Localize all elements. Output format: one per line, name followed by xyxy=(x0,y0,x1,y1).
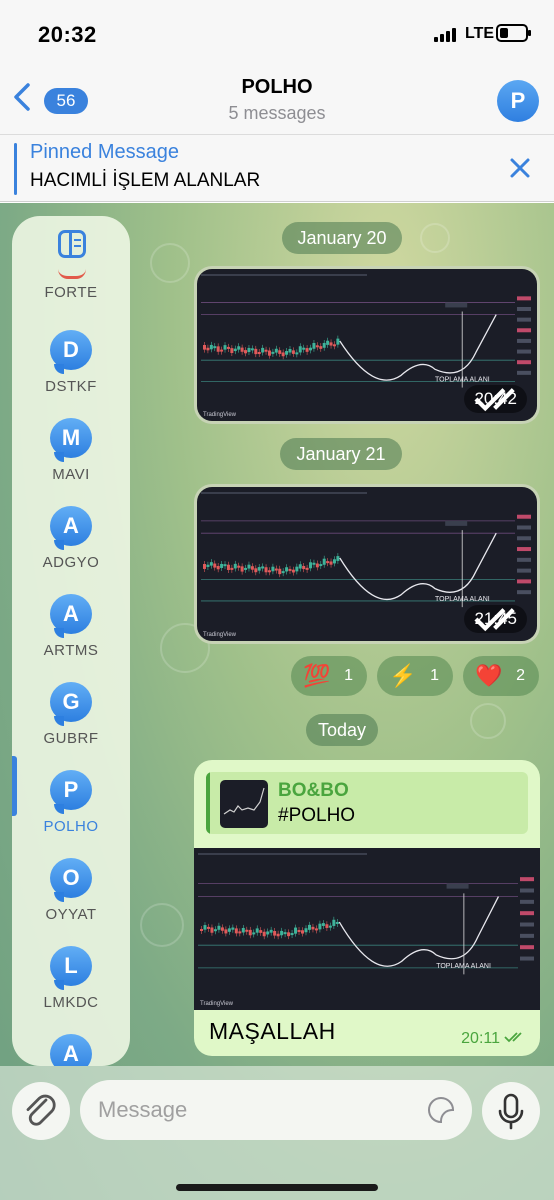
network-label: LTE xyxy=(465,25,495,42)
microphone-button[interactable] xyxy=(482,1082,540,1140)
reaction-count: 1 xyxy=(430,667,439,684)
date-separator: Today xyxy=(306,714,378,746)
message-composer xyxy=(0,1066,554,1200)
attach-button[interactable] xyxy=(12,1082,70,1140)
battery-level xyxy=(500,28,508,38)
reaction-count: 1 xyxy=(344,667,353,684)
sidebar-item-label: ADGYO xyxy=(42,554,100,571)
chart-zone-label: TOPLAMA ALANI xyxy=(435,596,490,603)
sidebar-item-adgyo[interactable]: A ADGYO xyxy=(12,506,130,592)
sidebar-item-polho[interactable]: P POLHO xyxy=(12,770,130,856)
chart-screenshot[interactable]: TOPLAMA ALANI TradingView xyxy=(194,848,540,1010)
close-icon[interactable] xyxy=(506,154,534,182)
double-check-icon xyxy=(474,608,516,632)
forte-icon xyxy=(58,269,86,279)
sidebar-item-label: OYYAT xyxy=(45,906,97,923)
chart-brand-label: TradingView xyxy=(203,412,237,418)
chart-brand-label: TradingView xyxy=(200,1001,234,1007)
sticker-icon[interactable] xyxy=(428,1097,454,1123)
date-separator: January 20 xyxy=(282,222,402,254)
chart-brand-label: TradingView xyxy=(203,632,237,638)
reaction-heart[interactable]: ❤️ 2 xyxy=(463,656,539,696)
chat-header: 56 POLHO 5 messages P xyxy=(0,62,554,134)
signal-icon xyxy=(434,28,458,42)
chat-avatar[interactable]: P xyxy=(497,80,539,122)
chart-screenshot: TOPLAMA ALANI TradingView 20:42 xyxy=(197,269,537,421)
hundred-icon: 💯 xyxy=(303,663,331,688)
chat-bubble-icon: A xyxy=(50,594,92,638)
sidebar-item-label: POLHO xyxy=(43,818,99,835)
microphone-icon xyxy=(498,1093,524,1130)
sidebar-item-label: GUBRF xyxy=(43,730,99,747)
double-check-icon xyxy=(504,1032,522,1043)
chat-bubble-icon: P xyxy=(50,770,92,814)
chat-bubble-icon: A xyxy=(50,1034,92,1066)
reply-sender: BO&BO xyxy=(278,780,349,801)
pinned-message-bar[interactable]: Pinned Message HACIMLİ İŞLEM ALANLAR xyxy=(0,134,554,202)
chat-subtitle: 5 messages xyxy=(228,103,326,123)
chart-zone-label: TOPLAMA ALANI xyxy=(435,376,490,383)
heart-icon: ❤️ xyxy=(475,663,503,688)
message-text: MAŞALLAH xyxy=(209,1018,336,1044)
sidebar-item-forte[interactable]: FORTE xyxy=(12,284,130,314)
reply-text: #POLHO xyxy=(278,805,356,826)
sidebar-item-label: ARTMS xyxy=(43,642,99,659)
sidebar-item-dstkf[interactable]: D DSTKF xyxy=(12,330,130,416)
pinned-text: HACIMLİ İŞLEM ALANLAR xyxy=(30,170,261,191)
message-time: 20:11 xyxy=(461,1030,526,1048)
double-check-icon xyxy=(474,388,516,412)
pinned-title: Pinned Message xyxy=(30,141,179,163)
chat-title[interactable]: POLHO xyxy=(0,76,554,99)
chat-bubble-icon: D xyxy=(50,330,92,374)
message-time: 21:45 xyxy=(464,605,527,633)
reply-preview[interactable]: BO&BO #POLHO xyxy=(206,772,528,834)
outgoing-message[interactable]: BO&BO #POLHO TOPLAMA ALANI TradingView MA… xyxy=(194,760,540,1056)
sidebar-item-label: MAVI xyxy=(52,466,90,483)
active-folder-indicator xyxy=(12,756,17,816)
chat-bubble-icon: L xyxy=(50,946,92,990)
chat-bubble-icon: G xyxy=(50,682,92,726)
chat-bubble-icon: A xyxy=(50,506,92,550)
folder-sidebar: FORTE D DSTKF M MAVI A ADGYO A ARTMS G G… xyxy=(12,216,130,1066)
home-indicator xyxy=(176,1184,378,1191)
chat-bubble-icon: O xyxy=(50,858,92,902)
sidebar-item-label: LMKDC xyxy=(43,994,99,1011)
reaction-lightning[interactable]: ⚡ 1 xyxy=(377,656,453,696)
sidebar-item-artms[interactable]: A ARTMS xyxy=(12,594,130,680)
folders-icon[interactable] xyxy=(58,230,86,258)
reply-thumbnail xyxy=(220,780,268,828)
sidebar-item-label: FORTE xyxy=(44,284,98,301)
message-input[interactable] xyxy=(80,1080,472,1140)
status-time: 20:32 xyxy=(38,22,97,47)
chart-zone-label: TOPLAMA ALANI xyxy=(436,963,491,970)
sidebar-item-oyyat[interactable]: O OYYAT xyxy=(12,858,130,944)
reply-indicator xyxy=(206,772,210,834)
time-text: 20:11 xyxy=(461,1030,500,1047)
image-message[interactable]: TOPLAMA ALANI TradingView 20:42 xyxy=(194,266,540,424)
reaction-hundred[interactable]: 💯 1 xyxy=(291,656,367,696)
paperclip-icon xyxy=(26,1094,56,1126)
image-message[interactable]: TOPLAMA ALANI TradingView 21:45 xyxy=(194,484,540,644)
chat-bubble-icon: M xyxy=(50,418,92,462)
sidebar-item-lmkdc[interactable]: L LMKDC xyxy=(12,946,130,1032)
reaction-count: 2 xyxy=(516,667,525,684)
battery-icon xyxy=(496,24,531,42)
message-time: 20:42 xyxy=(464,385,527,413)
chart-image: TOPLAMA ALANI TradingView xyxy=(198,853,534,1007)
sidebar-item-label: DSTKF xyxy=(45,378,97,395)
lightning-icon: ⚡ xyxy=(389,663,417,688)
sidebar-item-gubrf[interactable]: G GUBRF xyxy=(12,682,130,768)
pinned-indicator xyxy=(14,143,17,195)
chart-screenshot: TOPLAMA ALANI TradingView 21:45 xyxy=(197,487,537,641)
status-bar: 20:32 LTE xyxy=(0,0,554,62)
sidebar-item-partial[interactable]: A xyxy=(12,1034,130,1066)
date-separator: January 21 xyxy=(280,438,402,470)
sidebar-item-mavi[interactable]: M MAVI xyxy=(12,418,130,504)
